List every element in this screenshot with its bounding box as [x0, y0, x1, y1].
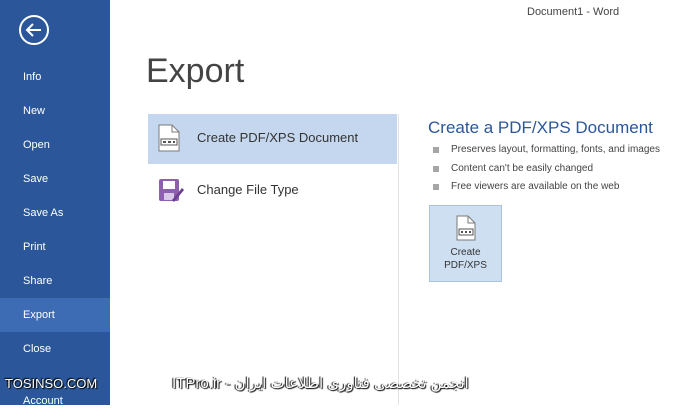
window-title: Document1 - Word: [527, 6, 620, 18]
create-pdf-xps-label: Create PDF/XPS: [430, 246, 501, 272]
nav-item-print[interactable]: Print: [0, 230, 110, 264]
bullet-text: Content can't be easily changed: [451, 163, 594, 174]
button-label-line1: Create: [450, 247, 481, 258]
pdf-document-icon: [158, 124, 180, 157]
backstage-sidebar: Info New Open Save Save As Print Share E…: [0, 0, 110, 407]
create-pdf-xps-button[interactable]: Create PDF/XPS: [429, 205, 502, 282]
pdf-document-icon: [456, 215, 476, 246]
pane-divider: [398, 114, 399, 405]
change-file-type-icon: [158, 176, 184, 209]
nav-item-save[interactable]: Save: [0, 162, 110, 196]
option-label: Create PDF/XPS Document: [197, 130, 359, 145]
option-create-pdf-xps[interactable]: Create PDF/XPS Document: [148, 114, 397, 164]
bullet-square-icon: [433, 166, 439, 172]
button-label-line2: PDF/XPS: [444, 260, 487, 271]
bullet-text: Free viewers are available on the web: [451, 181, 620, 192]
nav-item-export[interactable]: Export: [0, 298, 110, 332]
nav-item-close[interactable]: Close: [0, 332, 110, 366]
option-label: Change File Type: [197, 182, 299, 197]
bullet-square-icon: [433, 184, 439, 190]
back-button[interactable]: [19, 15, 49, 45]
watermark-left: TOSINSO.COM: [5, 376, 98, 391]
nav-item-share[interactable]: Share: [0, 264, 110, 298]
nav-item-open[interactable]: Open: [0, 128, 110, 162]
watermark-center: ITPro.ir - انجمن تخصصی فناوری اطلاعات ای…: [172, 375, 469, 392]
option-change-file-type[interactable]: Change File Type: [148, 166, 397, 216]
bullet-square-icon: [433, 147, 439, 153]
nav-item-save-as[interactable]: Save As: [0, 196, 110, 230]
page-title: Export: [146, 52, 245, 90]
nav-item-info[interactable]: Info: [0, 60, 110, 94]
bullet-text: Preserves layout, formatting, fonts, and…: [451, 144, 660, 155]
back-arrow-icon: [25, 23, 41, 37]
nav-item-new[interactable]: New: [0, 94, 110, 128]
detail-title: Create a PDF/XPS Document: [428, 118, 653, 137]
